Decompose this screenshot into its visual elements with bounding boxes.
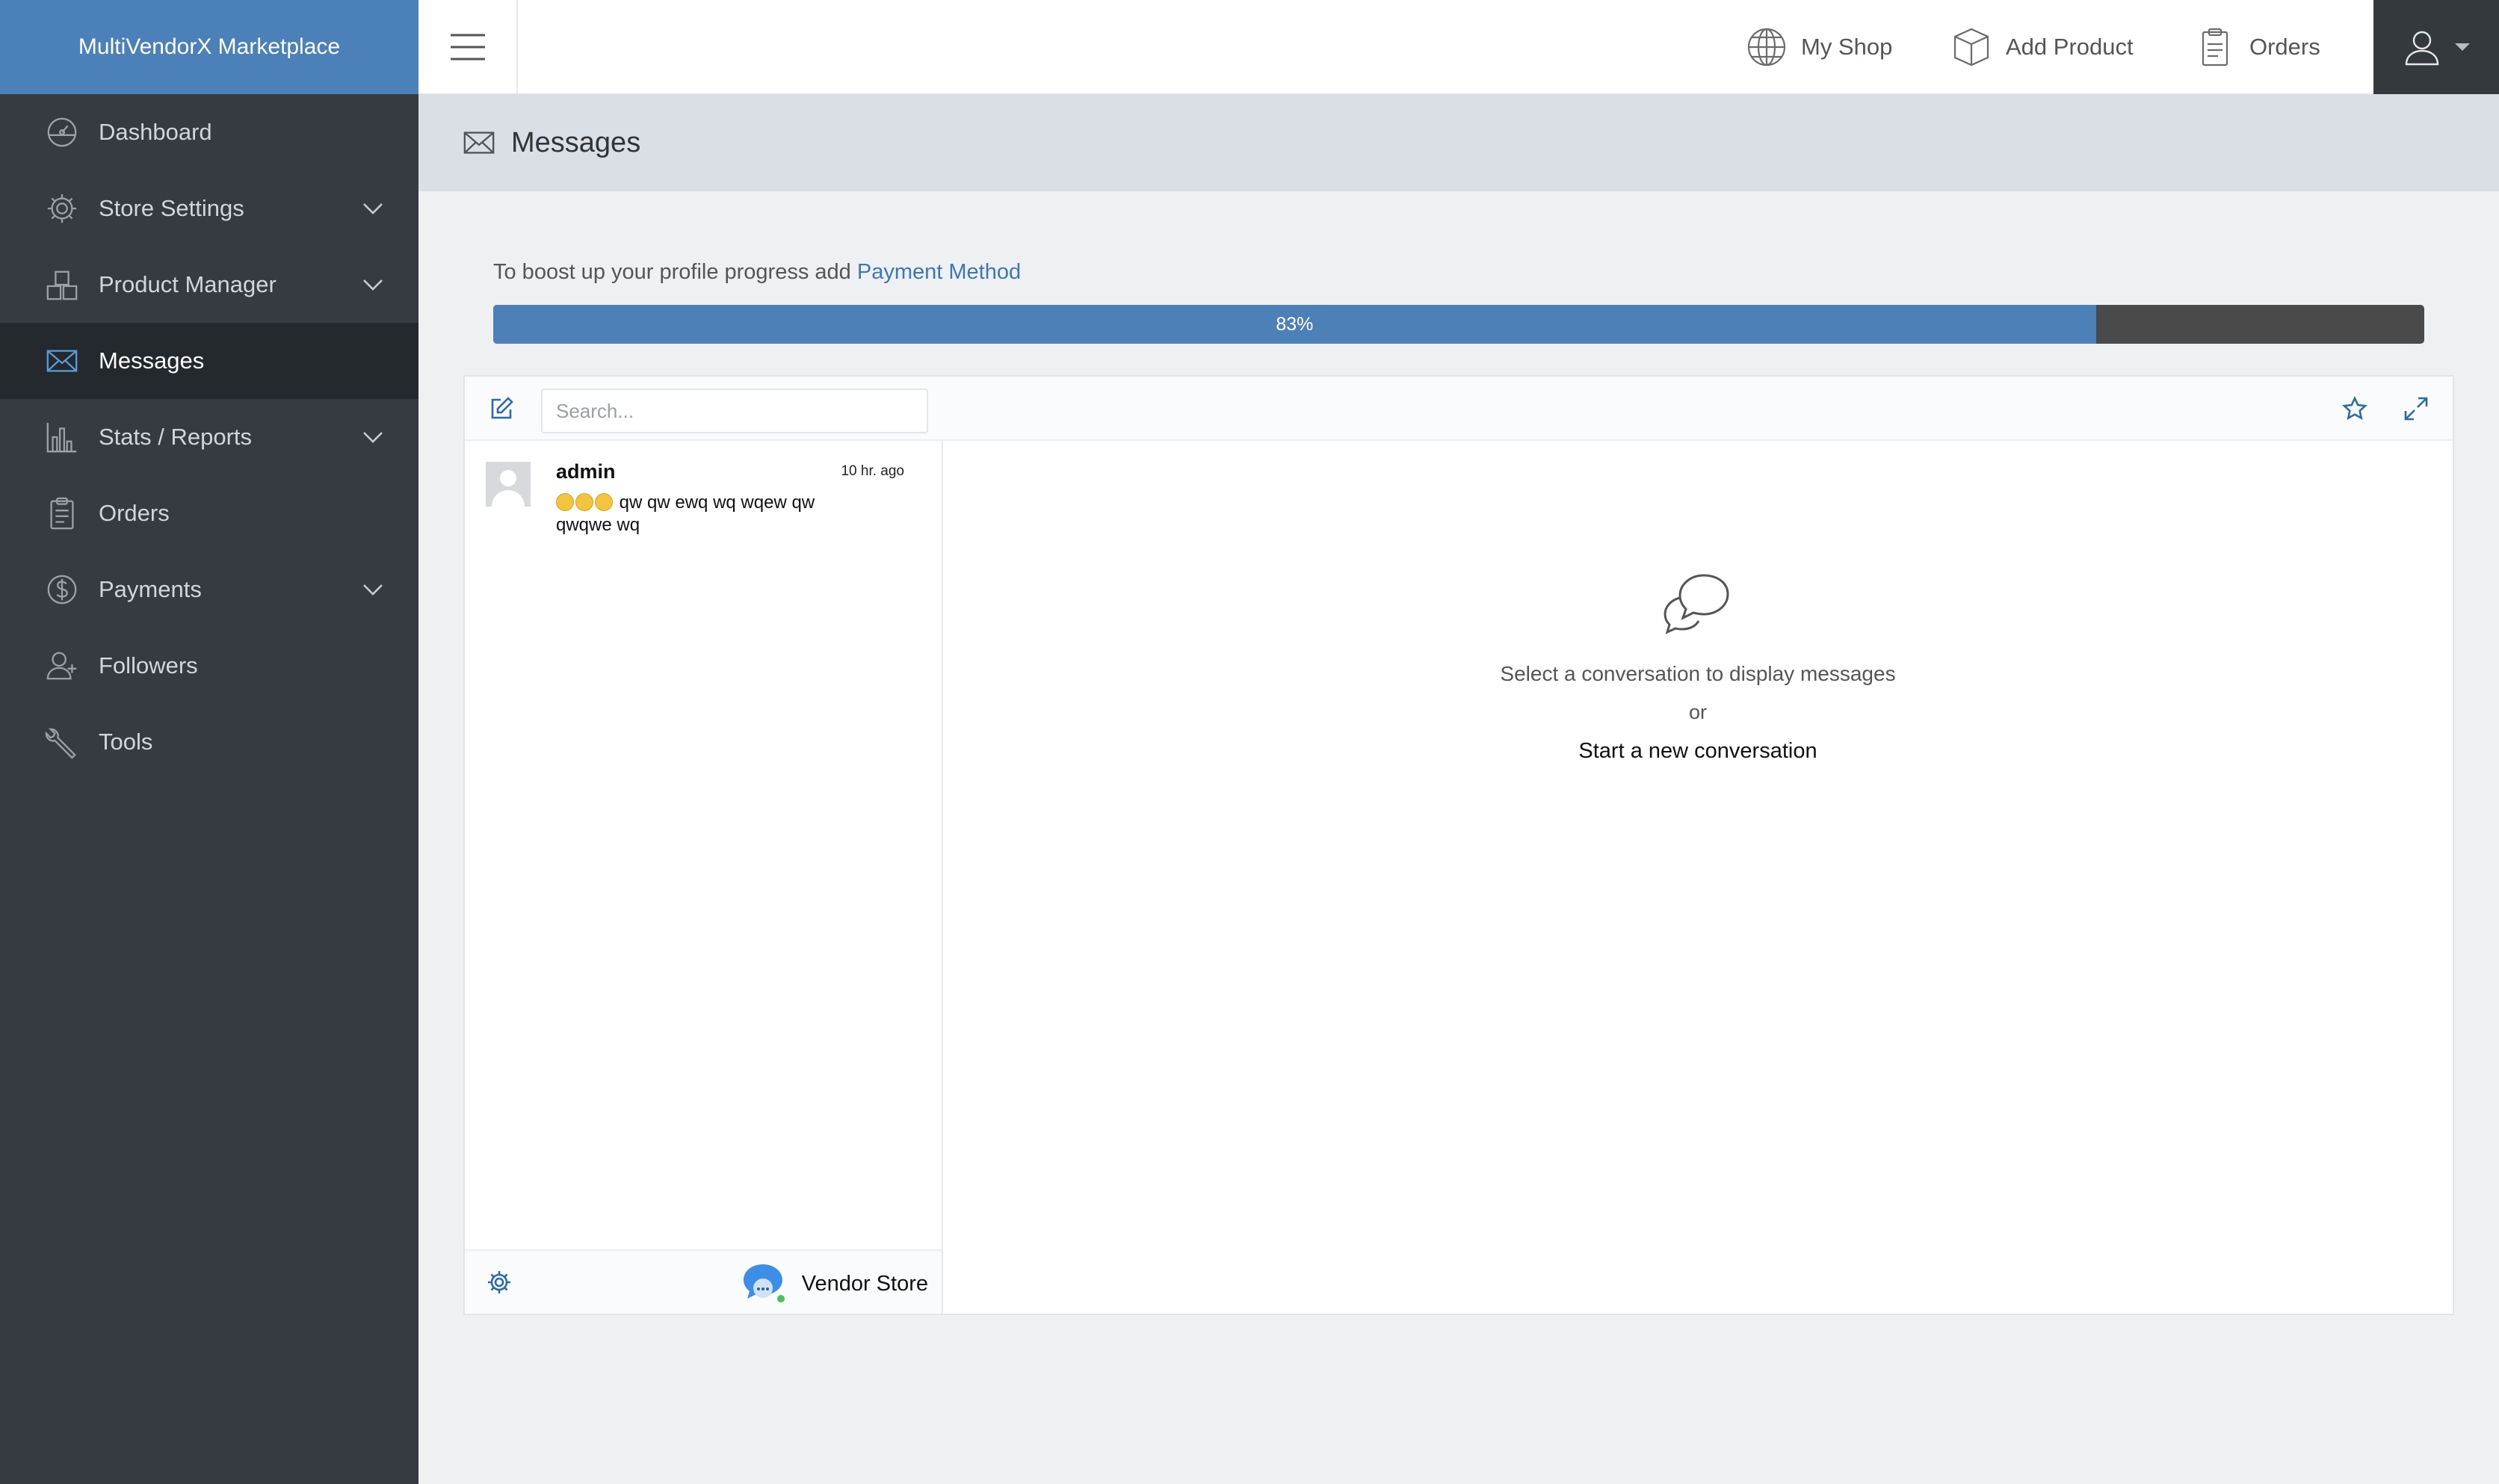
expand-icon: [2404, 397, 2428, 421]
chat-bubbles-icon: [1661, 568, 1735, 643]
expand-button[interactable]: [2400, 393, 2432, 424]
edit-icon: [491, 397, 513, 419]
sidebar: MultiVendorX Marketplace Dashboard Store…: [0, 0, 418, 1484]
sidebar-item-label: Product Manager: [99, 271, 277, 297]
caret-down-icon: [2455, 43, 2470, 51]
sidebar-item-label: Store Settings: [99, 195, 244, 221]
sidebar-item-label: Payments: [99, 576, 202, 602]
top-bar: My Shop Add Product Orders: [418, 0, 2499, 94]
clipboard-icon: [2202, 28, 2228, 67]
user-icon: [2405, 31, 2439, 66]
compose-button[interactable]: [486, 393, 517, 424]
emoji-icon: [556, 493, 574, 511]
sidebar-item-label: Tools: [99, 729, 153, 755]
gear-icon: [488, 1271, 510, 1293]
envelope-icon: [463, 132, 495, 154]
sidebar-item-label: Orders: [99, 500, 170, 526]
envelope-icon: [43, 342, 81, 380]
wrench-icon: [43, 723, 81, 761]
user-menu-button[interactable]: [2373, 0, 2499, 94]
search-input[interactable]: [541, 389, 928, 433]
sidebar-item-label: Stats / Reports: [99, 424, 253, 450]
empty-state-or: or: [1688, 701, 1707, 723]
chevron-down-icon[interactable]: [360, 577, 386, 602]
empty-state-message: Select a conversation to display message…: [1500, 662, 1896, 685]
gear-icon: [43, 190, 81, 227]
bar-chart-icon: [43, 418, 81, 456]
chevron-down-icon[interactable]: [360, 196, 386, 221]
sidebar-item-label: Dashboard: [99, 119, 212, 145]
sidebar-item-product-manager[interactable]: Product Manager: [0, 247, 418, 323]
progress-message-text: To boost up your profile progress add: [493, 260, 851, 284]
list-item[interactable]: admin 10 hr. ago qw qw ewq wq wqew qw qw…: [465, 441, 942, 545]
empty-state: Select a conversation to display message…: [943, 568, 2453, 764]
sidebar-item-stats-reports[interactable]: Stats / Reports: [0, 399, 418, 475]
conversation-view: Select a conversation to display message…: [943, 441, 2453, 1314]
messenger-panel: admin 10 hr. ago qw qw ewq wq wqew qw qw…: [463, 375, 2454, 1315]
sidebar-item-followers[interactable]: Followers: [0, 628, 418, 704]
sidebar-item-messages[interactable]: Messages: [0, 323, 418, 399]
sidebar-item-store-settings[interactable]: Store Settings: [0, 170, 418, 247]
sidebar-item-tools[interactable]: Tools: [0, 704, 418, 780]
user-silhouette-icon: [486, 462, 531, 507]
start-conversation-link[interactable]: Start a new conversation: [943, 739, 2453, 764]
user-plus-icon: [43, 647, 81, 684]
add-product-link[interactable]: Add Product: [1950, 0, 2134, 94]
avatar: [486, 462, 531, 507]
clipboard-icon: [43, 495, 81, 532]
sidebar-item-dashboard[interactable]: Dashboard: [0, 94, 418, 170]
chevron-down-icon[interactable]: [360, 424, 386, 450]
hamburger-icon: [450, 34, 485, 61]
conversation-list: admin 10 hr. ago qw qw ewq wq wqew qw qw…: [465, 441, 943, 1249]
dollar-icon: [43, 571, 81, 608]
page-header: Messages: [418, 94, 2499, 191]
emoji-icon: [575, 493, 593, 511]
brand-title[interactable]: MultiVendorX Marketplace: [0, 0, 418, 94]
page-title: Messages: [511, 126, 641, 158]
progress-fill: 83%: [493, 305, 2096, 344]
chevron-down-icon[interactable]: [360, 272, 386, 297]
progress-percent: 83%: [1276, 313, 1314, 335]
add-product-label: Add Product: [2006, 34, 2134, 60]
sidebar-item-label: Messages: [99, 347, 205, 374]
sidebar-item-label: Followers: [99, 652, 198, 678]
sidebar-item-payments[interactable]: Payments: [0, 551, 418, 628]
conversation-name: admin: [556, 460, 616, 483]
box-icon: [1953, 28, 1989, 67]
payment-method-link[interactable]: Payment Method: [857, 260, 1021, 284]
conversation-preview: qw qw ewq wq wqew qw qwqwe wq: [556, 492, 825, 537]
sidebar-item-orders[interactable]: Orders: [0, 475, 418, 551]
chat-bubble-icon: [743, 1264, 785, 1302]
conversation-time: 10 hr. ago: [841, 463, 904, 479]
my-shop-label: My Shop: [1801, 34, 1893, 60]
my-shop-link[interactable]: My Shop: [1746, 0, 1892, 94]
profile-progress-message: To boost up your profile progress add Pa…: [493, 260, 1021, 285]
conversation-list-footer: Vendor Store: [465, 1249, 943, 1314]
emoji-row: [556, 492, 614, 513]
emoji-icon: [595, 493, 613, 511]
vendor-status[interactable]: Vendor Store: [741, 1261, 928, 1306]
dashboard-icon: [43, 114, 81, 151]
hamburger-menu-button[interactable]: [418, 0, 518, 94]
star-icon: [2342, 396, 2367, 421]
profile-progress-bar: 83%: [493, 305, 2424, 344]
messenger-settings-button[interactable]: [486, 1269, 514, 1297]
vendor-name: Vendor Store: [801, 1271, 928, 1296]
messenger-toolbar: [465, 377, 2453, 441]
orders-label: Orders: [2249, 34, 2320, 60]
globe-icon: [1747, 28, 1786, 67]
favorites-button[interactable]: [2339, 393, 2370, 424]
boxes-icon: [43, 266, 81, 303]
orders-link[interactable]: Orders: [2194, 0, 2320, 94]
